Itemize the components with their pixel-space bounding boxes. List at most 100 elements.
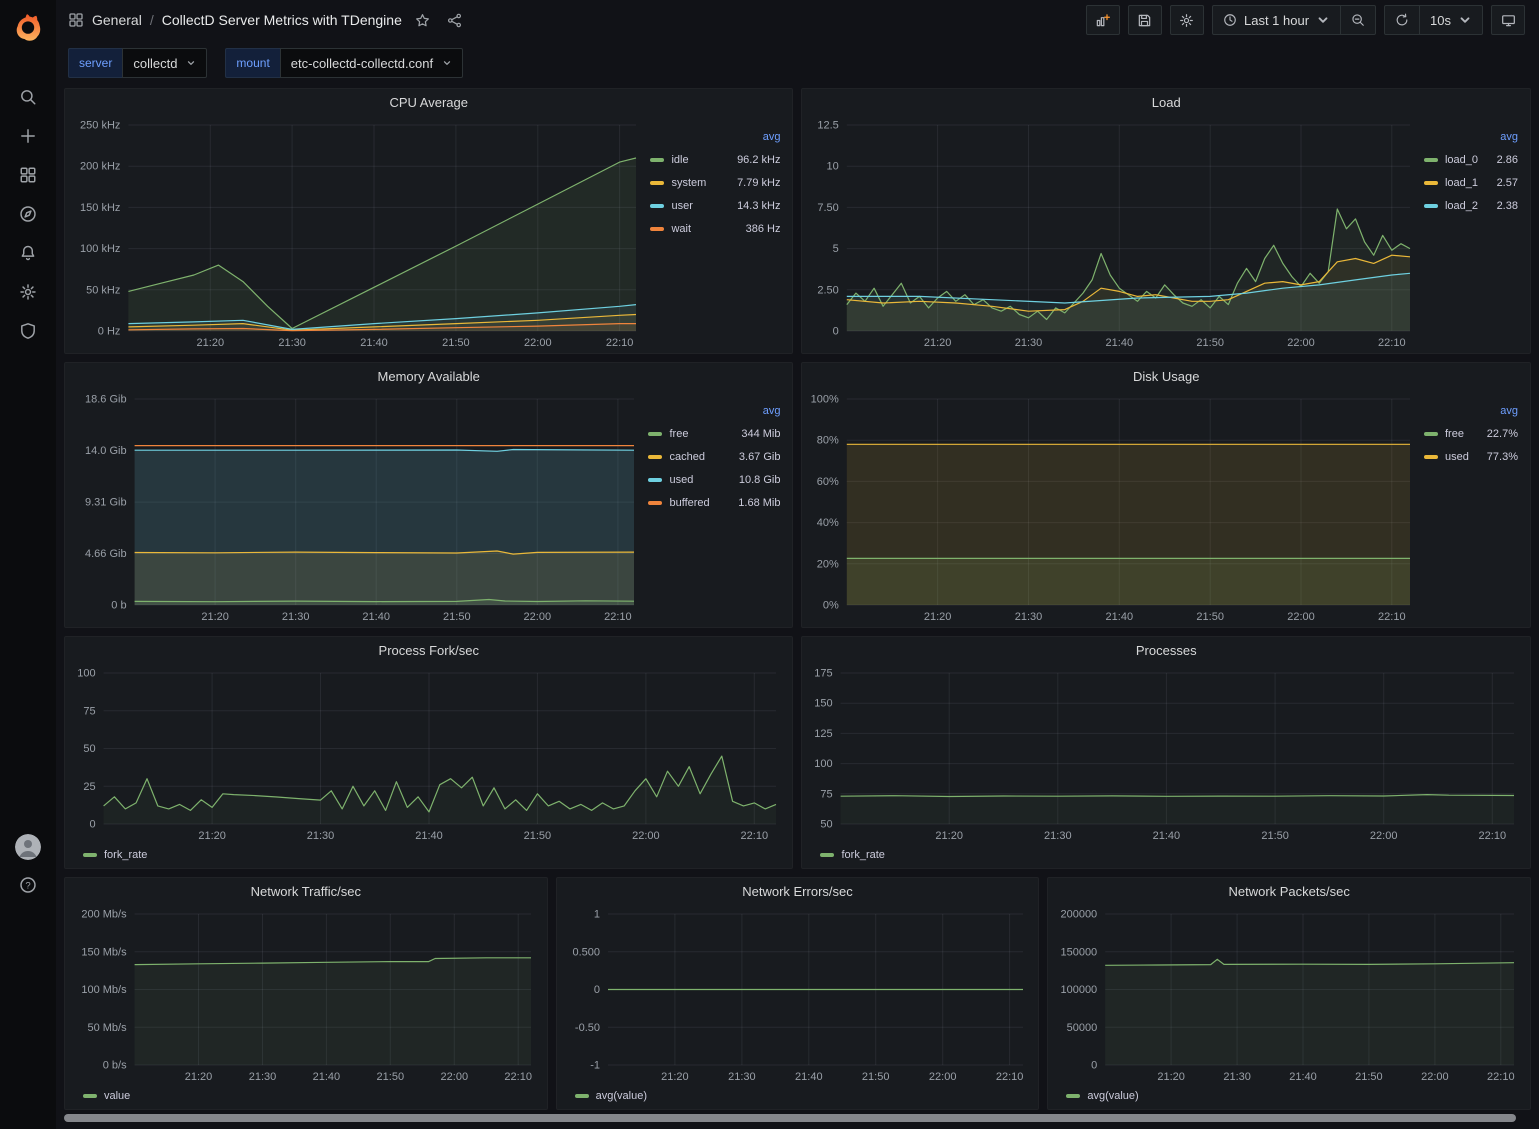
svg-text:21:50: 21:50	[862, 1071, 890, 1083]
legend-item-fork-rate[interactable]: fork_rate	[820, 849, 884, 861]
explore-compass-icon[interactable]	[19, 205, 37, 223]
panel-title-disk-usage[interactable]: Disk Usage	[802, 363, 1530, 389]
breadcrumb-section[interactable]: General	[92, 12, 142, 28]
chart-network-traffic-sec[interactable]: 0 b/s50 Mb/s100 Mb/s150 Mb/s200 Mb/s21:2…	[71, 904, 539, 1085]
svg-text:21:50: 21:50	[1197, 611, 1225, 623]
chart-cpu-average[interactable]: 0 Hz50 kHz100 kHz150 kHz200 kHz250 kHz21…	[71, 115, 644, 351]
legend-item-free[interactable]: free344 Mib	[648, 422, 782, 445]
chart-memory-available[interactable]: 0 b4.66 Gib9.31 Gib14.0 Gib18.6 Gib21:20…	[71, 389, 642, 625]
sidebar-menu	[19, 88, 37, 340]
series-avg-value: 96.2 kHz	[737, 154, 780, 166]
panel-load: Load02.5057.501012.521:2021:3021:4021:50…	[801, 88, 1531, 354]
legend-item-free[interactable]: free22.7%	[1424, 422, 1520, 445]
svg-text:200000: 200000	[1061, 909, 1098, 921]
svg-text:21:20: 21:20	[924, 611, 952, 623]
series-avg-value: 7.79 kHz	[737, 177, 780, 189]
svg-text:21:30: 21:30	[249, 1071, 277, 1083]
configuration-gear-icon[interactable]	[19, 283, 37, 301]
zoom-out-button[interactable]	[1340, 6, 1375, 34]
create-plus-icon[interactable]	[19, 127, 37, 145]
legend-header-avg: avg	[1424, 127, 1520, 148]
chart-svg: 025507510021:2021:3021:4021:5022:0022:10	[71, 663, 784, 844]
svg-text:0.500: 0.500	[572, 946, 600, 958]
panel-title-processes[interactable]: Processes	[802, 637, 1530, 663]
series-name: load_1	[1445, 177, 1478, 189]
variable-mount: mount etc-collectd-collectd.conf	[225, 48, 463, 78]
svg-text:21:40: 21:40	[1106, 337, 1134, 349]
legend-item-load-2[interactable]: load_22.38	[1424, 194, 1520, 217]
refresh-controls: 10s	[1384, 5, 1483, 35]
svg-text:50000: 50000	[1067, 1022, 1098, 1034]
svg-text:0 b/s: 0 b/s	[103, 1060, 127, 1072]
panel-title-process-fork-sec[interactable]: Process Fork/sec	[65, 637, 792, 663]
chart-processes[interactable]: 507510012515017521:2021:3021:4021:5022:0…	[808, 663, 1522, 844]
svg-text:200 kHz: 200 kHz	[80, 161, 120, 173]
help-icon[interactable]: ?	[19, 876, 37, 894]
add-panel-button[interactable]	[1086, 5, 1120, 35]
star-dashboard-button[interactable]	[412, 9, 434, 31]
svg-text:0: 0	[833, 326, 839, 338]
chart-svg: 05000010000015000020000021:2021:3021:402…	[1054, 904, 1522, 1085]
cycle-view-button[interactable]	[1491, 5, 1525, 35]
panel-title-load[interactable]: Load	[802, 89, 1530, 115]
variable-server-dropdown[interactable]: collectd	[122, 48, 207, 78]
series-name: wait	[671, 223, 691, 235]
share-dashboard-button[interactable]	[444, 9, 466, 31]
chart-network-packets-sec[interactable]: 05000010000015000020000021:2021:3021:402…	[1054, 904, 1522, 1085]
horizontal-scrollbar-thumb[interactable]	[64, 1114, 1516, 1122]
legend-item-value[interactable]: value	[83, 1090, 130, 1102]
legend-item-load-1[interactable]: load_12.57	[1424, 171, 1520, 194]
grafana-logo[interactable]	[13, 12, 43, 42]
dashboards-icon[interactable]	[19, 166, 37, 184]
alerting-bell-icon[interactable]	[19, 244, 37, 262]
refresh-button[interactable]	[1385, 6, 1419, 34]
save-dashboard-button[interactable]	[1128, 5, 1162, 35]
legend-item-user[interactable]: user14.3 kHz	[650, 194, 782, 217]
server-admin-shield-icon[interactable]	[19, 322, 37, 340]
legend-item-avg-value[interactable]: avg(value)	[1066, 1090, 1138, 1102]
panel-title-network-traffic-sec[interactable]: Network Traffic/sec	[65, 878, 547, 904]
chart-network-errors-sec[interactable]: -1-0.5000.500121:2021:3021:4021:5022:002…	[563, 904, 1031, 1085]
panel-title-cpu-average[interactable]: CPU Average	[65, 89, 792, 115]
svg-text:40%: 40%	[817, 517, 839, 529]
refresh-interval-picker[interactable]: 10s	[1419, 6, 1482, 34]
chart-disk-usage[interactable]: 0%20%40%60%80%100%21:2021:3021:4021:5022…	[808, 389, 1418, 625]
legend-item-avg-value[interactable]: avg(value)	[575, 1090, 647, 1102]
legend-item-load-0[interactable]: load_02.86	[1424, 148, 1520, 171]
panel-title-network-errors-sec[interactable]: Network Errors/sec	[557, 878, 1039, 904]
legend-item-wait[interactable]: wait386 Hz	[650, 217, 782, 240]
legend-item-system[interactable]: system7.79 kHz	[650, 171, 782, 194]
breadcrumb-title: CollectD Server Metrics with TDengine	[162, 12, 402, 28]
chart-svg: 0 Hz50 kHz100 kHz150 kHz200 kHz250 kHz21…	[71, 115, 644, 351]
panel-title-network-packets-sec[interactable]: Network Packets/sec	[1048, 878, 1530, 904]
chart-load[interactable]: 02.5057.501012.521:2021:3021:4021:5022:0…	[808, 115, 1418, 351]
svg-text:22:00: 22:00	[1421, 1071, 1449, 1083]
legend-item-idle[interactable]: idle 96.2 kHz	[650, 148, 782, 171]
series-name: idle	[671, 154, 688, 166]
svg-text:150000: 150000	[1061, 946, 1098, 958]
chart-process-fork-sec[interactable]: 025507510021:2021:3021:4021:5022:0022:10	[71, 663, 784, 844]
svg-text:14.0 Gib: 14.0 Gib	[85, 445, 127, 457]
legend: avgfree344 Mibcached3.67 Gibused10.8 Gib…	[642, 389, 784, 625]
legend-item-buffered[interactable]: buffered1.68 Mib	[648, 491, 782, 514]
legend-item-used[interactable]: used10.8 Gib	[648, 468, 782, 491]
series-swatch	[1424, 204, 1438, 208]
svg-text:-1: -1	[590, 1060, 600, 1072]
svg-text:22:10: 22:10	[606, 337, 634, 349]
search-icon[interactable]	[19, 88, 37, 106]
svg-text:22:10: 22:10	[604, 611, 632, 623]
legend-item-cached[interactable]: cached3.67 Gib	[648, 445, 782, 468]
svg-text:100 Mb/s: 100 Mb/s	[81, 984, 127, 996]
svg-text:21:20: 21:20	[201, 611, 229, 623]
variable-mount-dropdown[interactable]: etc-collectd-collectd.conf	[280, 48, 463, 78]
legend: value	[71, 1085, 539, 1107]
horizontal-scrollbar	[64, 1113, 1531, 1123]
time-range-picker[interactable]: Last 1 hour	[1213, 6, 1340, 34]
legend-item-used[interactable]: used77.3%	[1424, 445, 1520, 468]
dashboard-settings-button[interactable]	[1170, 5, 1204, 35]
svg-text:21:20: 21:20	[1158, 1071, 1186, 1083]
panel-title-memory-available[interactable]: Memory Available	[65, 363, 792, 389]
user-avatar[interactable]	[15, 834, 41, 860]
svg-text:21:20: 21:20	[198, 830, 226, 842]
legend-item-fork-rate[interactable]: fork_rate	[83, 849, 147, 861]
